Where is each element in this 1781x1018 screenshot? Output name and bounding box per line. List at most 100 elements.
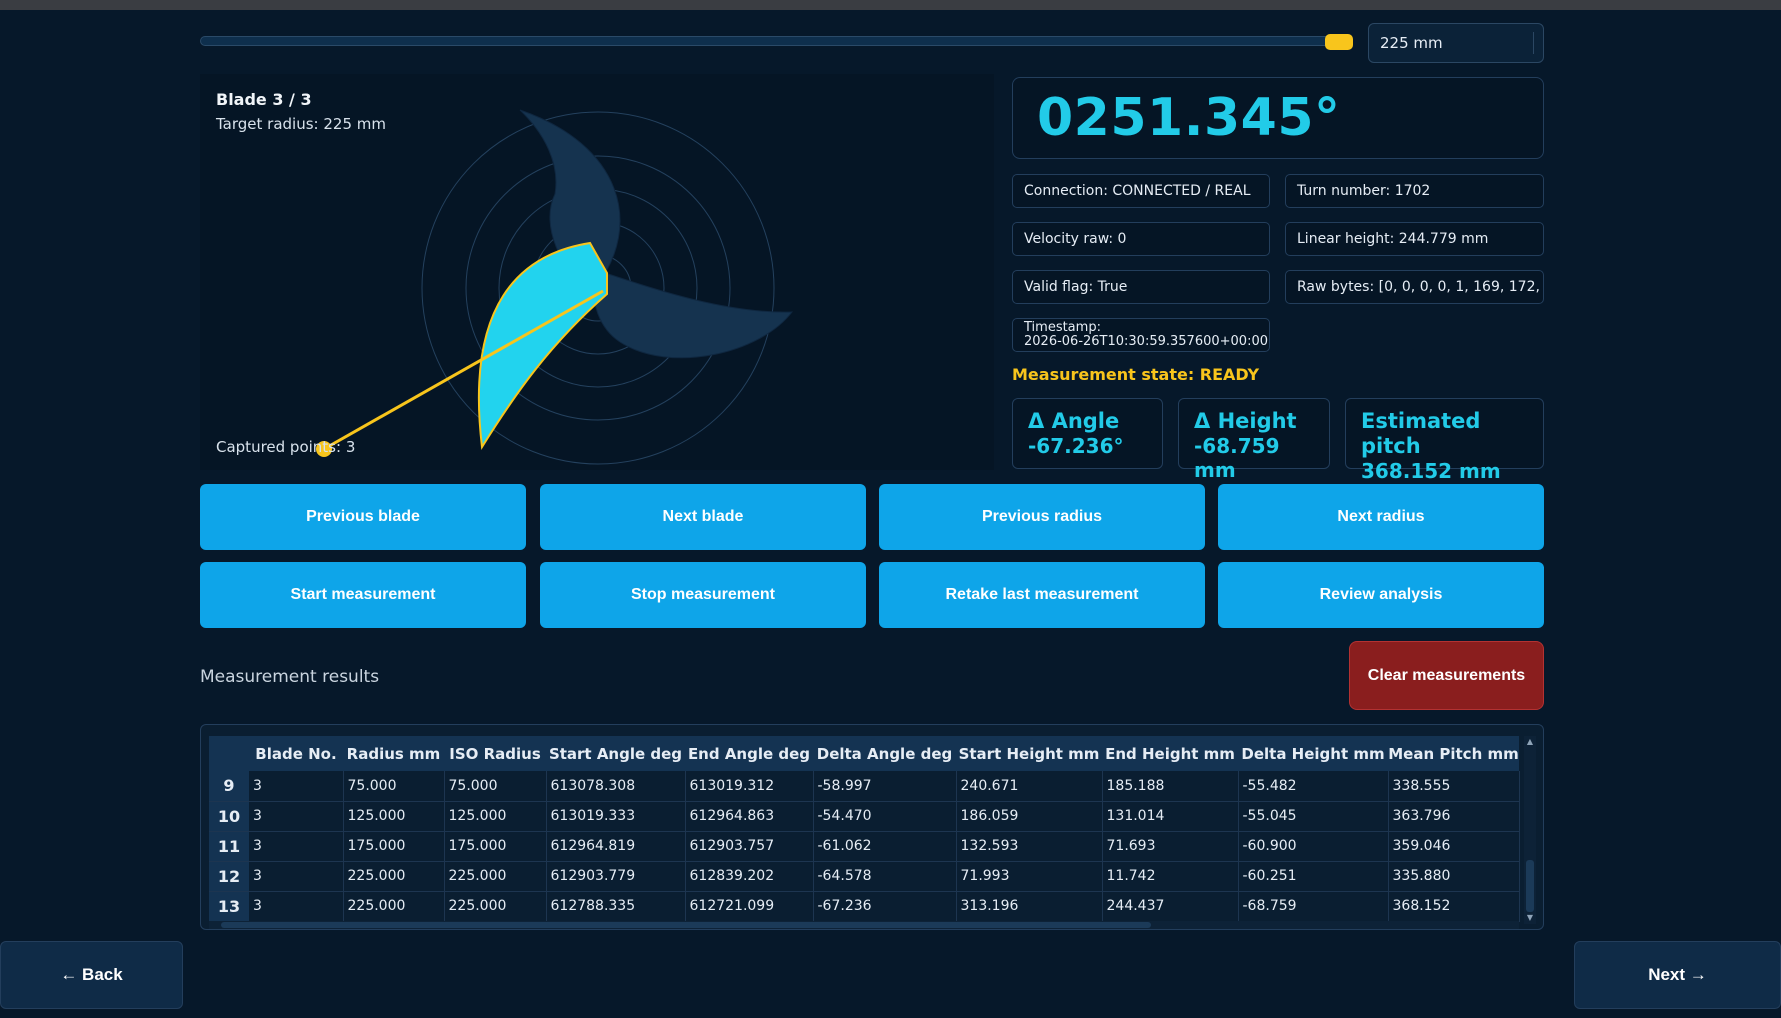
review-analysis-button[interactable]: Review analysis xyxy=(1218,562,1544,628)
row-index: 13 xyxy=(209,891,249,922)
table-vertical-scroll-thumb[interactable] xyxy=(1526,860,1534,912)
table-cell: 612903.757 xyxy=(685,831,814,862)
column-header[interactable]: Radius mm xyxy=(343,736,444,771)
table-cell: 131.014 xyxy=(1102,801,1239,832)
stop-measurement-button[interactable]: Stop measurement xyxy=(540,562,866,628)
table-cell: 185.188 xyxy=(1102,771,1239,802)
timestamp-value: 2026-06-26T10:30:59.357600+00:00 xyxy=(1024,334,1268,349)
table-cell: 225.000 xyxy=(343,891,445,922)
captured-points-label: Captured points: 3 xyxy=(216,438,356,456)
table-cell: 338.555 xyxy=(1388,771,1520,802)
measurement-results-label: Measurement results xyxy=(200,667,380,687)
valid-flag: Valid flag: True xyxy=(1012,270,1270,304)
raw-bytes-text: Raw bytes: [0, 0, 0, 0, 1, 169, 172, 175… xyxy=(1297,279,1543,295)
table-cell: -55.482 xyxy=(1238,771,1389,802)
column-header[interactable]: Mean Pitch mm xyxy=(1388,736,1519,771)
table-cell: 11.742 xyxy=(1102,861,1239,892)
table-row[interactable]: 12 3 225.000 225.000 612903.779 612839.2… xyxy=(209,861,1520,892)
table-cell: 244.437 xyxy=(1102,891,1239,922)
radius-input-value: 225 mm xyxy=(1380,34,1443,52)
table-cell: 71.993 xyxy=(956,861,1103,892)
table-cell: -68.759 xyxy=(1238,891,1389,922)
table-cell: -67.236 xyxy=(813,891,957,922)
retake-last-measurement-button[interactable]: Retake last measurement xyxy=(879,562,1205,628)
valid-flag-text: Valid flag: True xyxy=(1024,279,1128,295)
propeller-blade-3-active xyxy=(477,241,608,450)
column-header[interactable]: Blade No. xyxy=(249,736,343,771)
radius-spinner[interactable] xyxy=(1533,32,1543,54)
measurement-line xyxy=(323,289,604,451)
next-radius-button[interactable]: Next radius xyxy=(1218,484,1544,550)
row-index-header xyxy=(209,736,249,771)
table-cell: 75.000 xyxy=(444,771,547,802)
radius-slider-track[interactable] xyxy=(200,36,1352,46)
table-cell: -55.045 xyxy=(1238,801,1389,832)
row-index: 11 xyxy=(209,831,249,862)
raw-bytes: Raw bytes: [0, 0, 0, 0, 1, 169, 172, 175… xyxy=(1285,270,1544,304)
table-cell: -58.997 xyxy=(813,771,957,802)
radius-input[interactable]: 225 mm xyxy=(1368,23,1544,63)
table-cell: 612721.099 xyxy=(685,891,814,922)
delta-height-label: Δ Height xyxy=(1194,409,1297,433)
previous-radius-button[interactable]: Previous radius xyxy=(879,484,1205,550)
table-horizontal-scroll-thumb[interactable] xyxy=(221,922,1151,928)
table-row[interactable]: 10 3 125.000 125.000 613019.333 612964.8… xyxy=(209,801,1520,832)
next-button[interactable]: Next → xyxy=(1574,941,1781,1009)
timestamp-label: Timestamp: xyxy=(1024,320,1101,335)
table-row[interactable]: 9 3 75.000 75.000 613078.308 613019.312 … xyxy=(209,771,1520,802)
table-cell: 225.000 xyxy=(343,861,445,892)
target-radius-label: Target radius: 225 mm xyxy=(216,115,386,133)
table-cell: 3 xyxy=(249,801,344,832)
start-measurement-button[interactable]: Start measurement xyxy=(200,562,526,628)
column-header[interactable]: End Height mm xyxy=(1102,736,1238,771)
radius-slider-thumb[interactable] xyxy=(1325,34,1353,50)
table-cell: -60.251 xyxy=(1238,861,1389,892)
table-cell: 71.693 xyxy=(1102,831,1239,862)
table-cell: -61.062 xyxy=(813,831,957,862)
velocity-raw: Velocity raw: 0 xyxy=(1012,222,1270,256)
delta-height-card: Δ Height -68.759 mm xyxy=(1178,398,1330,482)
table-cell: 612903.779 xyxy=(546,861,686,892)
row-index: 10 xyxy=(209,801,249,832)
table-cell: -60.900 xyxy=(1238,831,1389,862)
scroll-down-icon[interactable]: ▼ xyxy=(1524,912,1536,924)
table-row[interactable]: 13 3 225.000 225.000 612788.335 612721.0… xyxy=(209,891,1520,922)
previous-blade-button[interactable]: Previous blade xyxy=(200,484,526,550)
table-cell: 612964.819 xyxy=(546,831,686,862)
table-cell: 240.671 xyxy=(956,771,1103,802)
table-row[interactable]: 11 3 175.000 175.000 612964.819 612903.7… xyxy=(209,831,1520,862)
table-cell: 125.000 xyxy=(444,801,547,832)
table-vertical-scrollbar[interactable]: ▲ ▼ xyxy=(1524,736,1536,924)
next-blade-button[interactable]: Next blade xyxy=(540,484,866,550)
table-cell: 186.059 xyxy=(956,801,1103,832)
clear-measurements-button[interactable]: Clear measurements xyxy=(1349,641,1544,710)
turn-number-text: Turn number: 1702 xyxy=(1297,183,1431,199)
table-cell: 613019.312 xyxy=(685,771,814,802)
table-cell: 359.046 xyxy=(1388,831,1520,862)
row-index: 9 xyxy=(209,771,249,802)
column-header[interactable]: Start Angle deg xyxy=(546,736,685,771)
column-header[interactable]: End Angle deg xyxy=(685,736,813,771)
delta-height-value: -68.759 mm xyxy=(1194,434,1280,482)
back-button[interactable]: ← Back xyxy=(0,941,183,1009)
delta-angle-card: Δ Angle -67.236° xyxy=(1012,398,1163,469)
table-cell: 368.152 xyxy=(1388,891,1520,922)
table-cell: 612788.335 xyxy=(546,891,686,922)
table-cell: 612964.863 xyxy=(685,801,814,832)
table-cell: 225.000 xyxy=(444,891,547,922)
propeller-diagram xyxy=(316,109,794,465)
column-header[interactable]: Delta Height mm xyxy=(1238,736,1388,771)
blade-visualization: Blade 3 / 3 Target radius: 225 mm Captur… xyxy=(200,74,994,470)
column-header[interactable]: Start Height mm xyxy=(956,736,1102,771)
table-cell: 175.000 xyxy=(444,831,547,862)
table-cell: 3 xyxy=(249,831,344,862)
table-cell: 335.880 xyxy=(1388,861,1520,892)
table-horizontal-scrollbar[interactable] xyxy=(209,921,1519,929)
linear-height: Linear height: 244.779 mm xyxy=(1285,222,1544,256)
column-header[interactable]: Delta Angle deg xyxy=(813,736,956,771)
table-cell: 612839.202 xyxy=(685,861,814,892)
column-header[interactable]: ISO Radius xyxy=(444,736,546,771)
scroll-up-icon[interactable]: ▲ xyxy=(1524,736,1536,748)
measurement-state: Measurement state: READY xyxy=(1012,365,1260,384)
connection-status-text: Connection: CONNECTED / REAL xyxy=(1024,183,1251,199)
